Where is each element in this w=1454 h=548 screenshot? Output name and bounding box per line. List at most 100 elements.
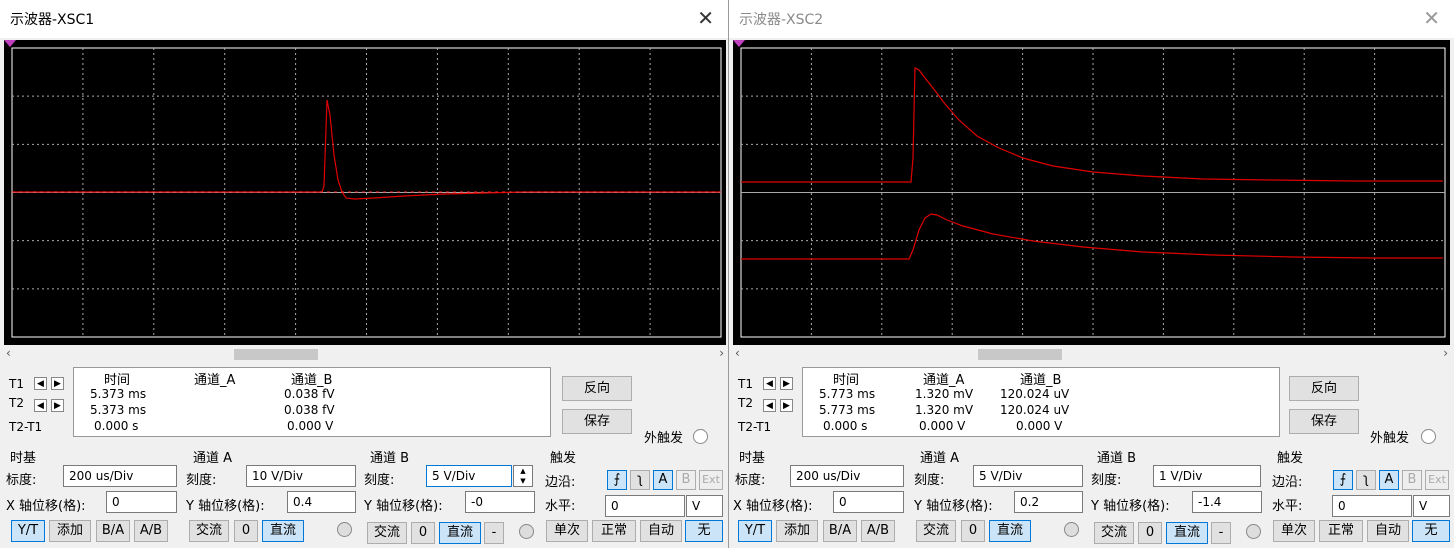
mode-yt-button[interactable]: Y/T [11,520,45,542]
falling-edge-icon[interactable]: ʅ [1356,470,1376,490]
horizontal-scrollbar[interactable]: ‹ › [733,346,1450,361]
channel-b-radio[interactable] [1246,524,1261,539]
channel-a-dc-button[interactable]: 直流 [262,520,304,542]
trigger-none-button[interactable]: 无 [685,520,723,542]
ext-trigger-radio[interactable] [1421,429,1436,444]
cursor-t2-right-icon[interactable]: ▶ [51,399,64,412]
trigger-level-field[interactable]: 0 [605,495,685,517]
readout-header-time: 时间 [833,373,860,388]
channel-a-zero-button[interactable]: 0 [234,520,258,542]
measurement-readout: 时间 通道_A 通道_B 5.373 ms 0.038 fV 5.373 ms … [73,367,551,437]
save-button[interactable]: 保存 [562,409,632,434]
channel-b-radio[interactable] [519,524,534,539]
scroll-thumb[interactable] [234,349,318,360]
trigger-source-a-button[interactable]: A [1379,470,1399,490]
mode-yt-button[interactable]: Y/T [738,520,772,542]
timebase-xpos-field[interactable]: 0 [833,491,904,513]
cursor-t1-left-icon[interactable]: ◀ [763,377,776,390]
channel-b-ypos-field[interactable]: -1.4 [1192,491,1262,513]
trigger-none-button[interactable]: 无 [1412,520,1450,542]
diff-b: 0.000 V [1016,419,1063,433]
channel-a-dc-button[interactable]: 直流 [989,520,1031,542]
mode-ab-button[interactable]: A/B [134,520,168,542]
trigger-normal-button[interactable]: 正常 [1319,520,1363,542]
measurement-readout: 时间 通道_A 通道_B 5.773 ms 1.320 mV 120.024 u… [802,367,1280,437]
timebase-scale-field[interactable]: 200 us/Div [790,465,904,487]
scroll-right-icon[interactable]: › [1443,346,1448,360]
trigger-source-b-button[interactable]: B [1402,470,1422,490]
trigger-single-button[interactable]: 单次 [546,520,588,542]
cursor-t1-right-icon[interactable]: ▶ [51,377,64,390]
channel-a-radio[interactable] [337,522,352,537]
rising-edge-icon[interactable]: ⨍ [607,470,627,490]
timebase-xpos-field[interactable]: 0 [106,491,177,513]
t1-b: 0.038 fV [284,387,335,401]
trigger-source-ext-button[interactable]: Ext [699,470,723,490]
trigger-level-unit[interactable]: V [686,495,723,517]
channel-b-ypos-label: Y 轴位移(格): [1091,499,1170,514]
mode-add-button[interactable]: 添加 [49,520,91,542]
channel-b-invert-button[interactable]: - [1211,522,1231,544]
channel-b-ac-button[interactable]: 交流 [1094,522,1134,544]
trigger-marker-icon[interactable] [4,40,16,48]
channel-a-scale-field[interactable]: 10 V/Div [246,465,356,487]
cursor-t2-left-icon[interactable]: ◀ [763,399,776,412]
cursor-t1-right-icon[interactable]: ▶ [780,377,793,390]
t2-time: 5.373 ms [90,403,147,417]
channel-a-ypos-field[interactable]: 0.2 [1014,491,1083,513]
cursor-t2-left-icon[interactable]: ◀ [34,399,47,412]
ext-trigger-radio[interactable] [693,429,708,444]
trace-channel-b [741,213,1443,260]
cursor-t2-right-icon[interactable]: ▶ [780,399,793,412]
scroll-right-icon[interactable]: › [719,346,724,360]
scroll-left-icon[interactable]: ‹ [735,346,740,360]
timebase-scale-field[interactable]: 200 us/Div [63,465,177,487]
channel-b-scale-label: 刻度: [364,473,395,488]
channel-a-zero-button[interactable]: 0 [961,520,985,542]
mode-add-button[interactable]: 添加 [776,520,818,542]
channel-a-ypos-label: Y 轴位移(格): [914,499,993,514]
horizontal-scrollbar[interactable]: ‹ › [4,346,726,361]
channel-b-scale-spin-icon[interactable]: ▲ ▼ [513,465,533,487]
channel-a-ac-button[interactable]: 交流 [189,520,229,542]
falling-edge-icon[interactable]: ʅ [630,470,650,490]
trigger-source-ext-button[interactable]: Ext [1425,470,1449,490]
mode-ba-button[interactable]: B/A [96,520,130,542]
trigger-marker-icon[interactable] [733,40,745,48]
reverse-button[interactable]: 反向 [562,376,632,401]
channel-b-ac-button[interactable]: 交流 [367,522,407,544]
channel-b-dc-button[interactable]: 直流 [439,522,481,544]
trigger-level-unit[interactable]: V [1413,495,1450,517]
channel-b-zero-button[interactable]: 0 [1138,522,1162,544]
t1-time: 5.373 ms [90,387,147,401]
channel-a-scale-field[interactable]: 5 V/Div [973,465,1083,487]
channel-b-ypos-field[interactable]: -0 [465,491,535,513]
trigger-normal-button[interactable]: 正常 [592,520,636,542]
channel-b-invert-button[interactable]: - [484,522,504,544]
window-title: 示波器-XSC2 [739,12,824,28]
rising-edge-icon[interactable]: ⨍ [1333,470,1353,490]
reverse-button[interactable]: 反向 [1289,376,1359,401]
trigger-source-a-button[interactable]: A [653,470,673,490]
channel-b-dc-button[interactable]: 直流 [1166,522,1208,544]
channel-a-ac-button[interactable]: 交流 [916,520,956,542]
channel-b-scale-field[interactable]: 5 V/Div [426,465,512,487]
save-button[interactable]: 保存 [1289,409,1359,434]
trigger-single-button[interactable]: 单次 [1273,520,1315,542]
trigger-auto-button[interactable]: 自动 [1367,520,1409,542]
close-icon[interactable]: ✕ [697,6,714,30]
close-icon[interactable]: ✕ [1423,6,1440,30]
trigger-level-field[interactable]: 0 [1332,495,1412,517]
channel-a-radio[interactable] [1064,522,1079,537]
t1-b: 120.024 uV [1000,387,1070,401]
mode-ab-button[interactable]: A/B [861,520,895,542]
channel-a-ypos-field[interactable]: 0.4 [287,491,356,513]
trigger-auto-button[interactable]: 自动 [640,520,682,542]
channel-b-zero-button[interactable]: 0 [411,522,435,544]
mode-ba-button[interactable]: B/A [823,520,857,542]
scroll-left-icon[interactable]: ‹ [6,346,11,360]
channel-b-scale-field[interactable]: 1 V/Div [1153,465,1261,487]
cursor-t1-left-icon[interactable]: ◀ [34,377,47,390]
scroll-thumb[interactable] [978,349,1062,360]
trigger-source-b-button[interactable]: B [676,470,696,490]
